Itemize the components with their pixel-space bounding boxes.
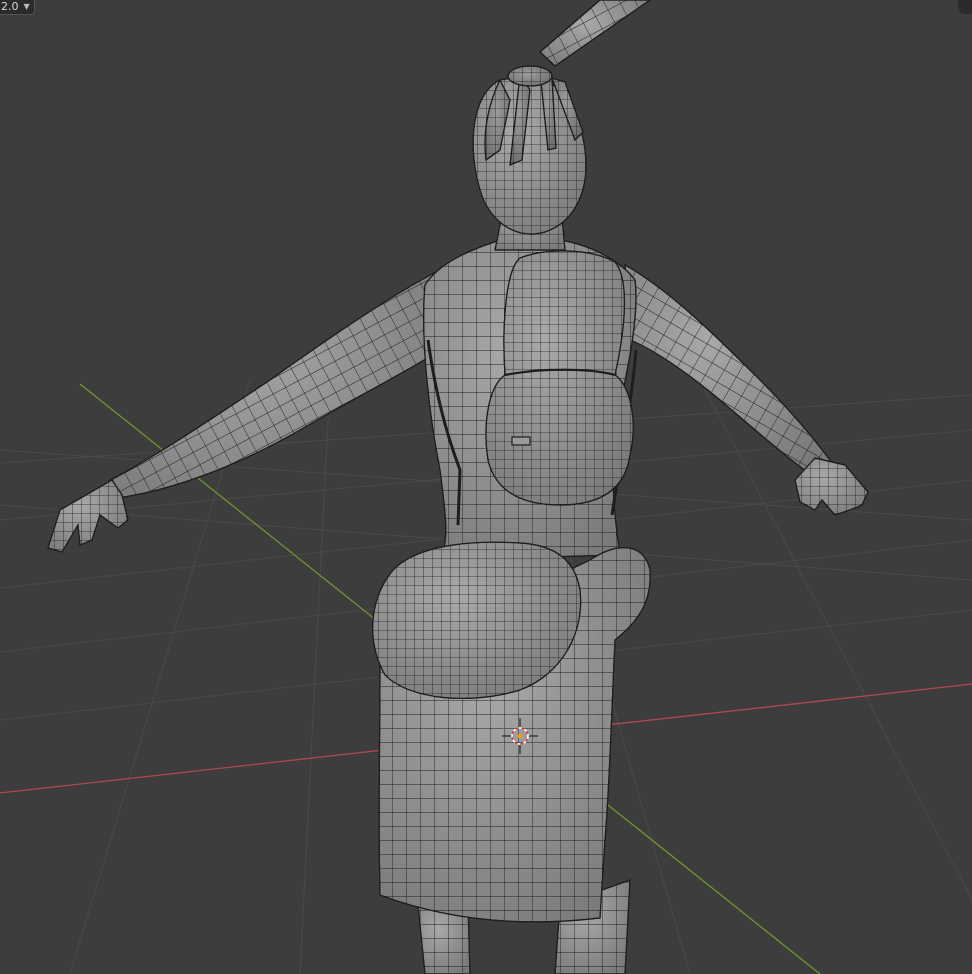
zoom-level-value: 2.0 <box>1 0 19 13</box>
scene-canvas[interactable] <box>0 0 972 974</box>
right-arm <box>624 263 869 516</box>
3d-viewport[interactable]: 2.0 ▼ <box>0 0 972 974</box>
backpack <box>485 250 634 506</box>
hair-stick <box>539 0 652 67</box>
chevron-down-icon: ▼ <box>23 2 30 11</box>
navigate-gizmo-icon[interactable] <box>958 0 972 14</box>
zoom-level-field[interactable]: 2.0 ▼ <box>0 0 35 15</box>
left-arm <box>47 269 441 553</box>
character-mesh <box>47 0 869 974</box>
